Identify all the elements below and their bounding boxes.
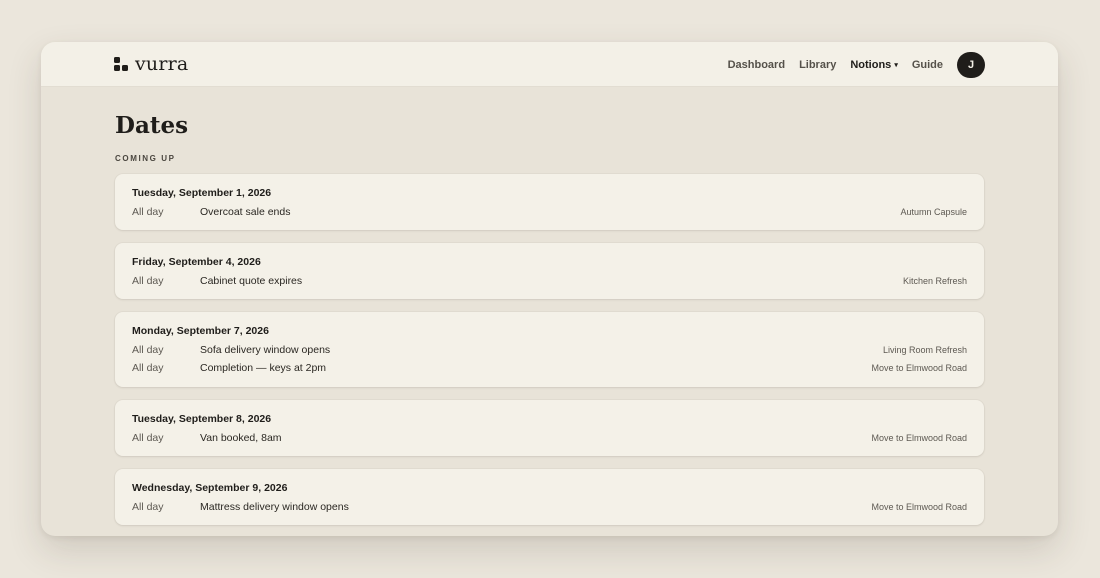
date-card: Monday, September 7, 2026 All day Sofa d… bbox=[115, 312, 984, 387]
nav-notions-label: Notions bbox=[850, 59, 892, 71]
event-title: Cabinet quote expires bbox=[200, 275, 303, 287]
event-title: Van booked, 8am bbox=[200, 432, 282, 444]
event-row[interactable]: All day Mattress delivery window opens M… bbox=[115, 501, 984, 515]
main-nav: Dashboard Library Notions ▾ Guide J bbox=[714, 52, 985, 78]
event-project[interactable]: Move to Elmwood Road bbox=[871, 433, 967, 443]
event-project[interactable]: Autumn Capsule bbox=[900, 207, 967, 217]
date-card: Wednesday, September 9, 2026 All day Mat… bbox=[115, 469, 984, 525]
event-project[interactable]: Living Room Refresh bbox=[883, 345, 967, 355]
event-row[interactable]: All day Sofa delivery window opens Livin… bbox=[115, 344, 984, 358]
event-row[interactable]: All day Van booked, 8am Move to Elmwood … bbox=[115, 432, 984, 446]
event-project[interactable]: Move to Elmwood Road bbox=[871, 502, 967, 512]
top-bar: vurra Dashboard Library Notions ▾ Guide … bbox=[41, 42, 1058, 87]
event-row[interactable]: All day Cabinet quote expires Kitchen Re… bbox=[115, 275, 984, 289]
event-time: All day bbox=[132, 275, 164, 287]
date-heading: Friday, September 4, 2026 bbox=[132, 256, 261, 268]
nav-library[interactable]: Library bbox=[799, 59, 836, 71]
date-heading: Wednesday, September 9, 2026 bbox=[132, 482, 288, 494]
event-time: All day bbox=[132, 344, 164, 356]
event-row[interactable]: All day Overcoat sale ends Autumn Capsul… bbox=[115, 206, 984, 220]
nav-notions-dropdown[interactable]: Notions ▾ bbox=[850, 59, 897, 71]
event-title: Sofa delivery window opens bbox=[200, 344, 331, 356]
logo-icon bbox=[114, 57, 128, 71]
event-title: Mattress delivery window opens bbox=[200, 501, 349, 513]
date-card: Friday, September 4, 2026 All day Cabine… bbox=[115, 243, 984, 299]
user-avatar[interactable]: J bbox=[957, 52, 985, 78]
nav-guide[interactable]: Guide bbox=[912, 59, 943, 71]
event-project[interactable]: Kitchen Refresh bbox=[903, 276, 967, 286]
brand-logo[interactable]: vurra bbox=[114, 54, 188, 74]
date-heading: Tuesday, September 8, 2026 bbox=[132, 413, 272, 425]
event-title: Overcoat sale ends bbox=[200, 206, 291, 218]
brand-name: vurra bbox=[135, 53, 189, 75]
date-card: Tuesday, September 1, 2026 All day Overc… bbox=[115, 174, 984, 230]
event-time: All day bbox=[132, 362, 164, 374]
event-title: Completion — keys at 2pm bbox=[200, 362, 327, 374]
event-row[interactable]: All day Completion — keys at 2pm Move to… bbox=[115, 362, 984, 376]
date-heading: Monday, September 7, 2026 bbox=[132, 325, 269, 337]
event-project[interactable]: Move to Elmwood Road bbox=[871, 363, 967, 373]
page-title: Dates bbox=[115, 112, 189, 139]
date-heading: Tuesday, September 1, 2026 bbox=[132, 187, 272, 199]
app-window: vurra Dashboard Library Notions ▾ Guide … bbox=[41, 42, 1058, 536]
event-time: All day bbox=[132, 501, 164, 513]
section-label: COMING UP bbox=[115, 154, 176, 163]
nav-dashboard[interactable]: Dashboard bbox=[728, 59, 785, 71]
date-card: Tuesday, September 8, 2026 All day Van b… bbox=[115, 400, 984, 456]
caret-down-icon: ▾ bbox=[894, 62, 898, 69]
event-time: All day bbox=[132, 206, 164, 218]
event-time: All day bbox=[132, 432, 164, 444]
